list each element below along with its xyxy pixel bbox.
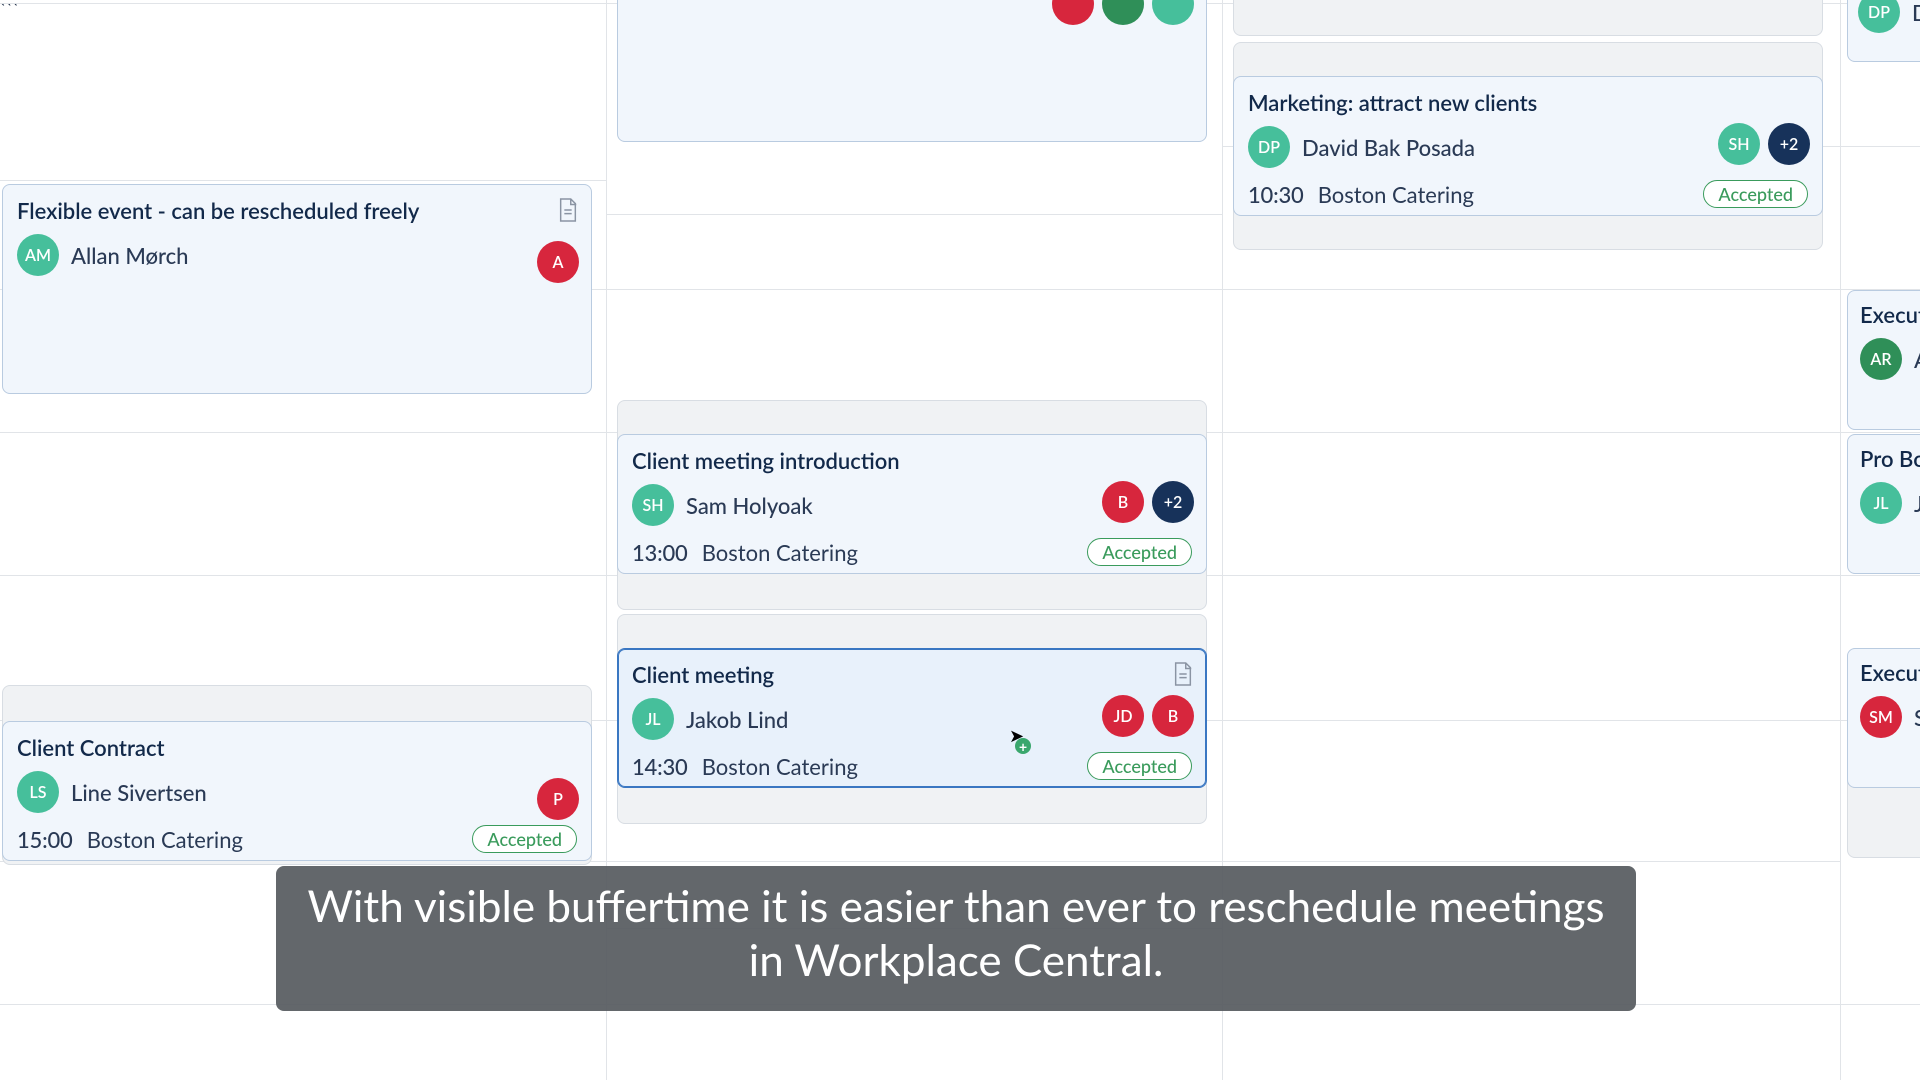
note-icon — [1172, 661, 1194, 687]
organizer-name: Allan Mørch — [71, 242, 188, 269]
event-card-marketing[interactable]: Marketing: attract new clients DP David … — [1233, 76, 1823, 216]
organizer-name: D — [1912, 0, 1920, 26]
event-location: Boston Catering — [1318, 181, 1474, 208]
organizer-name: Line Sivertsen — [71, 779, 207, 806]
caption-overlay: With visible buffertime it is easier tha… — [276, 866, 1636, 1011]
event-card-client-intro[interactable]: Client meeting introduction SH Sam Holyo… — [617, 434, 1207, 574]
attendee-avatar: SH — [1718, 123, 1760, 165]
avatar: DP — [1858, 0, 1900, 33]
event-time: 15:00 — [17, 826, 73, 853]
organizer-name: S — [1914, 704, 1920, 731]
event-time: 14:30 — [632, 753, 688, 780]
attendee-avatar: P — [537, 778, 579, 820]
avatar: DP — [1248, 126, 1290, 168]
avatar: AM — [17, 234, 59, 276]
organizer-name: David Bak Posada — [1302, 134, 1475, 161]
attendee-avatar: B — [1102, 481, 1144, 523]
event-title: Flexible event - can be rescheduled free… — [17, 197, 577, 224]
event-card-client-meeting[interactable]: Client meeting JL Jakob Lind JD B 14:30 … — [617, 648, 1207, 788]
event-organizer: LS Line Sivertsen — [17, 771, 577, 813]
attendee-avatar: JD — [1102, 695, 1144, 737]
avatar: AR — [1860, 338, 1902, 380]
event-card-peek[interactable]: Executi SM S — [1847, 648, 1920, 788]
event-time: 13:00 — [632, 539, 688, 566]
event-location: Boston Catering — [702, 753, 858, 780]
attendee-overflow-badge[interactable]: +2 — [1768, 123, 1810, 165]
event-card-peek[interactable]: Executi AR A — [1847, 290, 1920, 430]
event-card-flexible[interactable]: Flexible event - can be rescheduled free… — [2, 184, 592, 394]
avatar: LS — [17, 771, 59, 813]
attendee-avatar — [1052, 0, 1094, 25]
organizer-name: Ja — [1914, 490, 1920, 517]
status-badge: Accepted — [1703, 180, 1808, 208]
event-title: Executi — [1860, 659, 1920, 686]
avatar: JL — [632, 698, 674, 740]
event-card-peek[interactable]: DP D — [1847, 0, 1920, 62]
event-card-peek[interactable]: Pro Bon JL Ja — [1847, 434, 1920, 574]
event-organizer: AM Allan Mørch — [17, 234, 577, 276]
event-title: Pro Bon — [1860, 445, 1920, 472]
event-title: Executi — [1860, 301, 1920, 328]
attendee-avatar — [1152, 0, 1194, 25]
plus-icon: + — [1015, 738, 1031, 754]
status-badge: Accepted — [1087, 538, 1192, 566]
avatar: SM — [1860, 696, 1902, 738]
event-time: 10:30 — [1248, 181, 1304, 208]
event-location: Boston Catering — [87, 826, 243, 853]
organizer-name: Sam Holyoak — [686, 492, 813, 519]
attendee-avatar — [1102, 0, 1144, 25]
event-title: Client meeting introduction — [632, 447, 1192, 474]
attendee-avatar: B — [1152, 695, 1194, 737]
organizer-name: Jakob Lind — [686, 706, 788, 733]
avatar: SH — [632, 484, 674, 526]
day-column-3-peek[interactable]: DP D Executi AR A Pro Bon JL Ja Executi … — [1840, 0, 1920, 1080]
attendee-overflow-badge[interactable]: +2 — [1152, 481, 1194, 523]
event-location: Boston Catering — [702, 539, 858, 566]
event-title: Client Contract — [17, 734, 577, 761]
note-icon — [557, 197, 579, 223]
status-badge: Accepted — [472, 825, 577, 853]
organizer-name: A — [1914, 346, 1920, 373]
status-badge: Accepted — [1087, 752, 1192, 780]
event-card-client-contract[interactable]: Client Contract LS Line Sivertsen P 15:0… — [2, 721, 592, 861]
event-card-partial-top[interactable] — [617, 0, 1207, 142]
avatar: JL — [1860, 482, 1902, 524]
event-title: Marketing: attract new clients — [1248, 89, 1808, 116]
event-title: Client meeting — [632, 661, 1192, 688]
attendee-avatar: A — [537, 241, 579, 283]
buffer-block[interactable] — [1233, 0, 1823, 36]
